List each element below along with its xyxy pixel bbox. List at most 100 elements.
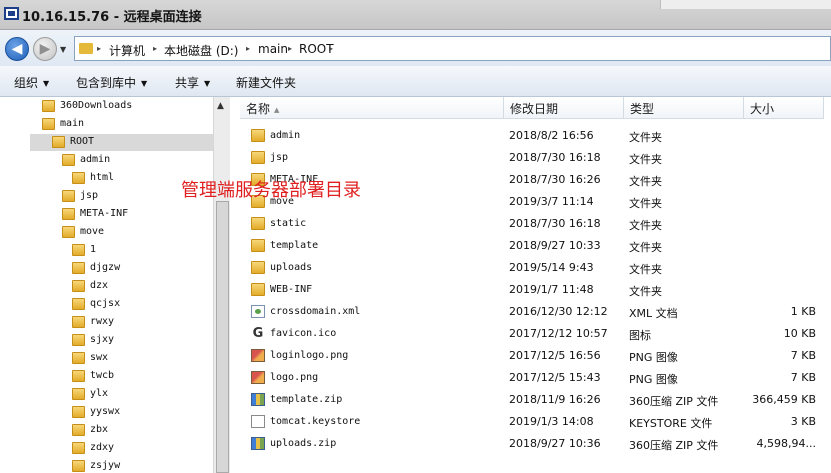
breadcrumb-separator-icon[interactable]: ▸ [246, 44, 250, 53]
tree-item-label: 360Downloads [60, 100, 133, 111]
file-name: admin [270, 130, 301, 141]
folder-icon [79, 43, 93, 54]
file-row[interactable]: template 2018/9/27 10:33 文件夹 [230, 235, 831, 257]
tree-item[interactable]: ROOT [30, 134, 213, 151]
file-modified-date: 2018/11/9 16:26 [509, 393, 601, 406]
tree-item[interactable]: admin [0, 152, 213, 169]
file-row[interactable]: loginlogo.png 2017/12/5 16:56 PNG 图像 7 KB [230, 345, 831, 367]
tree-item[interactable]: yyswx [0, 404, 213, 421]
file-modified-date: 2017/12/5 16:56 [509, 349, 601, 362]
file-size: 366,459 KB [752, 393, 816, 406]
column-header-modified[interactable]: 修改日期 [504, 97, 624, 119]
share-label: 共享 [175, 76, 200, 90]
tree-item-label: html [90, 172, 115, 183]
png-file-icon [251, 371, 265, 384]
tree-item[interactable]: qcjsx [0, 296, 213, 313]
file-name: loginlogo.png [270, 350, 349, 361]
file-type: 360压缩 ZIP 文件 [629, 439, 719, 452]
breadcrumb-separator-icon[interactable]: ▸ [153, 44, 157, 53]
png-file-icon [251, 349, 265, 362]
file-row[interactable]: uploads 2019/5/14 9:43 文件夹 [230, 257, 831, 279]
arrow-right-icon: ▶ [39, 41, 51, 57]
navigation-bar: ◀ ▶ ▼ ▸ 计算机 ▸ 本地磁盘 (D:) ▸ main ▸ ROOT ▸ [0, 30, 831, 66]
share-menu[interactable]: 共享 ▼ [175, 74, 210, 91]
file-name: jsp [270, 152, 289, 163]
tree-item[interactable]: zsjyw [0, 458, 213, 473]
file-type: 文件夹 [629, 131, 662, 144]
breadcrumb-computer[interactable]: 计算机 [109, 42, 145, 59]
breadcrumb-main[interactable]: main [258, 42, 288, 56]
tree-item[interactable]: META-INF [0, 206, 213, 223]
favicon-file-icon: G [252, 326, 264, 341]
sort-ascending-icon: ▲ [274, 105, 280, 114]
column-size-label: 大小 [750, 102, 775, 116]
folder-icon [52, 136, 65, 148]
tree-item[interactable]: swx [0, 350, 213, 367]
tree-item-label: rwxy [90, 316, 115, 327]
file-type: 图标 [629, 329, 651, 342]
new-folder-button[interactable]: 新建文件夹 [236, 74, 296, 91]
folder-icon [62, 190, 75, 202]
file-row[interactable]: static 2018/7/30 16:18 文件夹 [230, 213, 831, 235]
tree-item[interactable]: 1 [0, 242, 213, 259]
breadcrumb-separator-icon[interactable]: ▸ [329, 44, 333, 53]
folder-icon [72, 442, 85, 454]
tree-item[interactable]: djgzw [0, 260, 213, 277]
forward-button[interactable]: ▶ [33, 37, 57, 61]
breadcrumb-separator-icon[interactable]: ▸ [288, 44, 292, 53]
tree-item[interactable]: rwxy [0, 314, 213, 331]
file-modified-date: 2018/8/2 16:56 [509, 129, 594, 142]
file-row[interactable]: WEB-INF 2019/1/7 11:48 文件夹 [230, 279, 831, 301]
file-modified-date: 2019/5/14 9:43 [509, 261, 594, 274]
tree-item[interactable]: ylx [0, 386, 213, 403]
folder-icon [251, 283, 265, 296]
address-bar[interactable]: ▸ 计算机 ▸ 本地磁盘 (D:) ▸ main ▸ ROOT ▸ [74, 36, 831, 61]
file-name: uploads [270, 262, 313, 273]
file-row[interactable]: logo.png 2017/12/5 15:43 PNG 图像 7 KB [230, 367, 831, 389]
folder-icon [72, 334, 85, 346]
include-in-library-menu[interactable]: 包含到库中 ▼ [76, 74, 147, 91]
file-row[interactable]: admin 2018/8/2 16:56 文件夹 [230, 125, 831, 147]
file-size: 7 KB [790, 371, 816, 384]
file-row[interactable]: uploads.zip 2018/9/27 10:36 360压缩 ZIP 文件 4,… [230, 433, 831, 455]
tree-item[interactable]: move [0, 224, 213, 241]
file-name: crossdomain.xml [270, 306, 361, 317]
folder-icon [72, 244, 85, 256]
folder-icon [251, 217, 265, 230]
new-folder-label: 新建文件夹 [236, 76, 297, 90]
tree-item-label: djgzw [90, 262, 121, 273]
column-header-type[interactable]: 类型 [624, 97, 744, 119]
tree-item[interactable]: main [0, 116, 213, 133]
folder-icon [72, 280, 85, 292]
column-header-size[interactable]: 大小 [744, 97, 824, 119]
organize-menu[interactable]: 组织 ▼ [14, 74, 49, 91]
tree-item[interactable]: dzx [0, 278, 213, 295]
column-modified-label: 修改日期 [510, 102, 559, 116]
file-row[interactable]: jsp 2018/7/30 16:18 文件夹 [230, 147, 831, 169]
title-bar-controls [660, 0, 831, 9]
recent-pages-dropdown[interactable]: ▼ [60, 45, 66, 54]
back-button[interactable]: ◀ [5, 37, 29, 61]
tree-item-label: qcjsx [90, 298, 121, 309]
tree-item[interactable]: zdxy [0, 440, 213, 457]
tree-item[interactable]: zbx [0, 422, 213, 439]
file-row[interactable]: Gfavicon.ico 2017/12/12 10:57 图标 10 KB [230, 323, 831, 345]
folder-icon [72, 316, 85, 328]
file-row[interactable]: template.zip 2018/11/9 16:26 360压缩 ZIP 文件 3… [230, 389, 831, 411]
breadcrumb-local-disk[interactable]: 本地磁盘 (D:) [164, 42, 238, 59]
file-type: 文件夹 [629, 153, 662, 166]
file-row[interactable]: crossdomain.xml 2016/12/30 12:12 XML 文档 1 K… [230, 301, 831, 323]
breadcrumb-separator-icon[interactable]: ▸ [97, 44, 101, 53]
file-type: KEYSTORE 文件 [629, 417, 713, 430]
tree-item[interactable]: sjxy [0, 332, 213, 349]
tree-item[interactable]: twcb [0, 368, 213, 385]
file-name: favicon.ico [270, 328, 337, 339]
tree-item[interactable]: 360Downloads [0, 98, 213, 115]
scroll-up-icon[interactable]: ▲ [217, 101, 224, 111]
navigation-pane-scrollbar[interactable]: ▲ [213, 97, 230, 473]
scrollbar-thumb[interactable] [216, 201, 229, 473]
arrow-left-icon: ◀ [11, 41, 23, 57]
file-row[interactable]: tomcat.keystore 2019/1/3 14:08 KEYSTORE 文件… [230, 411, 831, 433]
column-header-name[interactable]: 名称 ▲ [240, 97, 504, 119]
zip-file-icon [251, 393, 265, 406]
